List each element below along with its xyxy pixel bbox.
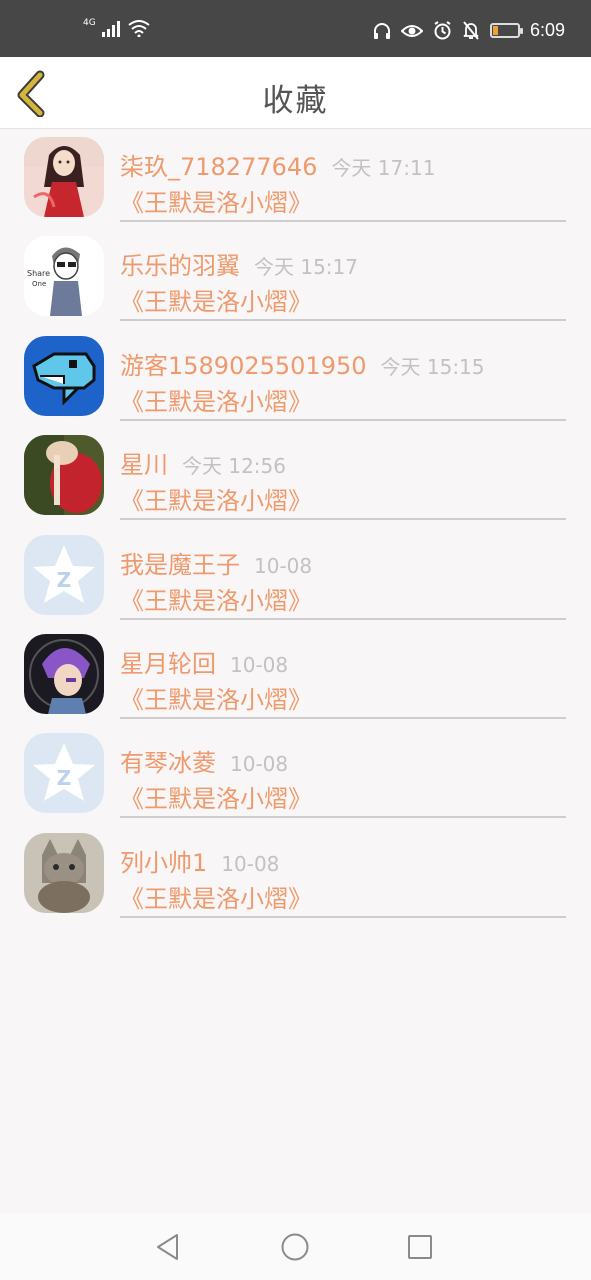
item-text: 柒玖_718277646 今天 17:11 《王默是洛小熠》: [120, 137, 566, 222]
svg-text:One: One: [32, 280, 46, 288]
book-title[interactable]: 《王默是洛小熠》: [120, 879, 312, 914]
user-name[interactable]: 柒玖_718277646: [120, 153, 317, 181]
page-title: 收藏: [262, 83, 329, 119]
user-name[interactable]: 游客1589025501950: [120, 352, 367, 380]
book-title[interactable]: 《王默是洛小熠》: [120, 481, 312, 516]
book-title[interactable]: 《王默是洛小熠》: [120, 779, 312, 814]
timestamp: 10-08: [254, 553, 313, 578]
avatar[interactable]: [24, 832, 104, 913]
item-text: 有琴冰菱 10-08 《王默是洛小熠》: [120, 733, 566, 819]
book-title[interactable]: 《王默是洛小熠》: [120, 680, 312, 715]
nav-home-button[interactable]: [279, 1231, 311, 1263]
svg-text:Share: Share: [27, 269, 50, 278]
avatar[interactable]: [24, 335, 104, 416]
circle-home-icon: [281, 1233, 309, 1261]
status-right: 6:09: [373, 20, 565, 41]
status-bar: 4G 6:09: [0, 0, 591, 57]
headphones-icon: [373, 22, 390, 39]
user-name[interactable]: 列小帅1: [120, 849, 207, 877]
svg-text:Z: Z: [57, 568, 72, 592]
user-name[interactable]: 乐乐的羽翼: [120, 252, 240, 280]
timestamp: 10-08: [230, 752, 289, 777]
nav-back-button[interactable]: [152, 1231, 184, 1263]
favorites-list: 柒玖_718277646 今天 17:11 《王默是洛小熠》 Share One …: [0, 129, 591, 924]
user-name[interactable]: 星月轮回: [120, 650, 216, 678]
item-text: 星月轮回 10-08 《王默是洛小熠》: [120, 634, 566, 719]
item-text: 游客1589025501950 今天 15:15 《王默是洛小熠》: [120, 336, 566, 421]
user-name[interactable]: 星川: [120, 451, 168, 479]
battery-level: [492, 26, 498, 35]
wifi-icon: [128, 20, 150, 37]
square-recents-icon: [408, 1235, 432, 1259]
triangle-back-icon: [157, 1234, 178, 1260]
timestamp: 今天 15:15: [380, 354, 485, 379]
nav-recents-button[interactable]: [404, 1231, 436, 1263]
list-item[interactable]: Z 有琴冰菱 10-08 《王默是洛小熠》: [0, 725, 591, 824]
list-item[interactable]: 游客1589025501950 今天 15:15 《王默是洛小熠》: [0, 328, 591, 427]
list-item[interactable]: Z 我是魔王子 10-08 《王默是洛小熠》: [0, 527, 591, 626]
timestamp: 10-08: [230, 652, 289, 677]
list-item[interactable]: 列小帅1 10-08 《王默是洛小熠》: [0, 825, 591, 924]
avatar[interactable]: [24, 633, 104, 714]
list-item[interactable]: 星川 今天 12:56 《王默是洛小熠》: [0, 427, 591, 526]
list-item[interactable]: 柒玖_718277646 今天 17:11 《王默是洛小熠》: [0, 129, 591, 228]
book-title[interactable]: 《王默是洛小熠》: [120, 183, 312, 218]
app-header: 收藏: [0, 57, 591, 129]
timestamp: 今天 15:17: [254, 255, 358, 280]
mute-bell-icon: [463, 21, 479, 40]
avatar[interactable]: [24, 435, 104, 516]
user-name[interactable]: 有琴冰菱: [120, 749, 216, 777]
list-item[interactable]: Share One 乐乐的羽翼 今天 15:17 《王默是洛小熠》: [0, 228, 591, 327]
status-left: 4G: [83, 17, 150, 37]
avatar[interactable]: Z: [24, 733, 104, 814]
timestamp: 10-08: [221, 851, 280, 876]
item-text: 乐乐的羽翼 今天 15:17 《王默是洛小熠》: [120, 236, 566, 322]
alarm-icon: [434, 21, 451, 40]
item-text: 列小帅1 10-08 《王默是洛小熠》: [120, 833, 566, 918]
avatar[interactable]: Share One: [24, 236, 104, 317]
book-title[interactable]: 《王默是洛小熠》: [120, 382, 312, 417]
signal-icon: [101, 20, 120, 37]
avatar[interactable]: Z: [24, 534, 104, 615]
book-title[interactable]: 《王默是洛小熠》: [120, 581, 312, 616]
svg-text:Z: Z: [57, 766, 72, 790]
book-title[interactable]: 《王默是洛小熠》: [120, 282, 312, 317]
eye-comfort-icon: [400, 24, 423, 37]
timestamp: 今天 12:56: [182, 454, 286, 479]
system-nav-bar: [0, 1213, 591, 1280]
user-name[interactable]: 我是魔王子: [120, 551, 240, 579]
avatar[interactable]: [24, 137, 104, 217]
item-text: 星川 今天 12:56 《王默是洛小熠》: [120, 435, 566, 521]
list-item[interactable]: 星月轮回 10-08 《王默是洛小熠》: [0, 626, 591, 725]
timestamp: 今天 17:11: [331, 156, 436, 180]
network-type-label: 4G: [83, 17, 96, 28]
status-time: 6:09: [529, 20, 565, 40]
battery-icon: [489, 23, 523, 38]
item-text: 我是魔王子 10-08 《王默是洛小熠》: [120, 535, 566, 620]
